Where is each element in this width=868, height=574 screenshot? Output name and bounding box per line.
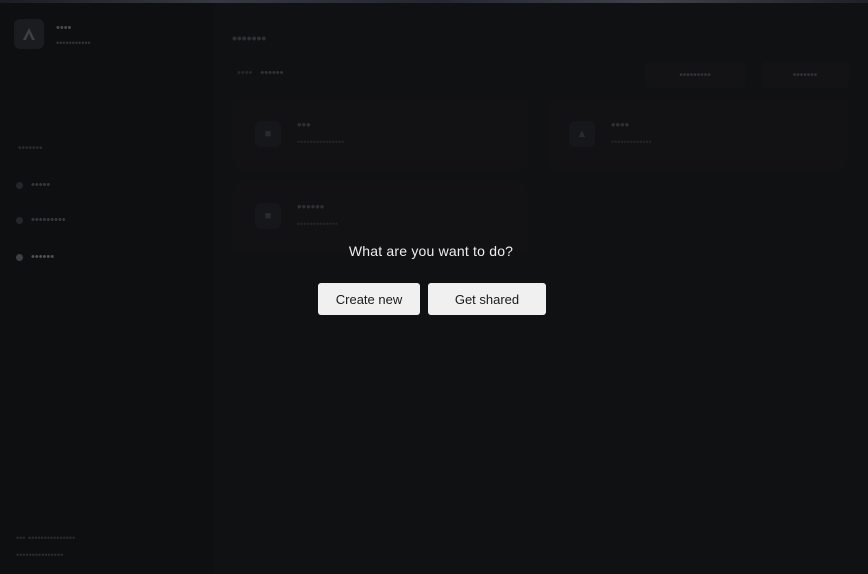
get-shared-button[interactable]: Get shared <box>428 283 546 315</box>
dialog-question: What are you want to do? <box>348 243 514 259</box>
create-new-button[interactable]: Create new <box>318 283 420 315</box>
